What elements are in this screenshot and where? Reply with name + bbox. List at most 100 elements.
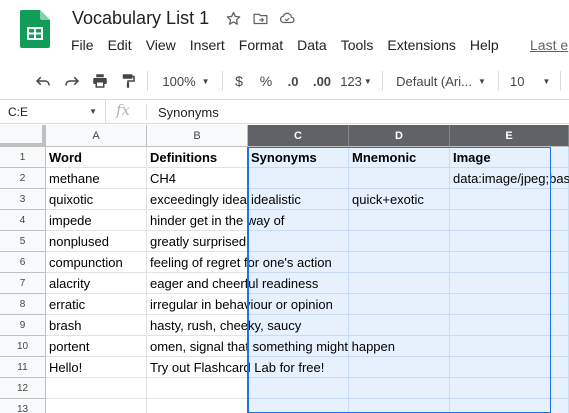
- cell-d3[interactable]: quick+exotic: [349, 189, 450, 210]
- cell-e13[interactable]: [450, 399, 569, 413]
- row-header[interactable]: 1: [0, 147, 46, 168]
- paint-format-icon[interactable]: [117, 62, 139, 100]
- currency-format-button[interactable]: $: [229, 62, 249, 100]
- cell-e11[interactable]: [450, 357, 569, 378]
- cell-e4[interactable]: [450, 210, 569, 231]
- cell-b11[interactable]: Try out Flashcard Lab for free!: [147, 357, 324, 378]
- cell-c1[interactable]: Synonyms: [248, 147, 349, 168]
- column-header-b[interactable]: B: [147, 125, 248, 147]
- cell-e8[interactable]: [450, 294, 569, 315]
- cell-d8[interactable]: [349, 294, 450, 315]
- column-header-e[interactable]: E: [450, 125, 569, 147]
- row-header[interactable]: 2: [0, 168, 46, 189]
- redo-icon[interactable]: [61, 62, 83, 100]
- increase-decimal-button[interactable]: .00: [309, 62, 335, 100]
- row-header[interactable]: 7: [0, 273, 46, 294]
- document-title[interactable]: Vocabulary List 1: [72, 8, 209, 29]
- row-header[interactable]: 12: [0, 378, 46, 399]
- cell-d4[interactable]: [349, 210, 450, 231]
- formula-input[interactable]: Synonyms: [158, 105, 219, 120]
- row-header[interactable]: 9: [0, 315, 46, 336]
- column-header-d[interactable]: D: [349, 125, 450, 147]
- cell-b1[interactable]: Definitions: [147, 147, 248, 168]
- cell-a8[interactable]: erratic: [46, 294, 147, 315]
- cell-e7[interactable]: [450, 273, 569, 294]
- cell-a13[interactable]: [46, 399, 147, 413]
- cell-d11[interactable]: [349, 357, 450, 378]
- cell-e3[interactable]: [450, 189, 569, 210]
- cell-b8[interactable]: irregular in behaviour or opinion: [147, 294, 333, 315]
- row-header[interactable]: 4: [0, 210, 46, 231]
- cell-e6[interactable]: [450, 252, 569, 273]
- cell-b9[interactable]: hasty, rush, cheeky, saucy: [147, 315, 301, 336]
- row-header[interactable]: 11: [0, 357, 46, 378]
- row-header[interactable]: 6: [0, 252, 46, 273]
- cell-b5[interactable]: greatly surprised: [147, 231, 248, 252]
- cell-c2[interactable]: [248, 168, 349, 189]
- more-formats-select[interactable]: 123 ▼: [339, 62, 373, 100]
- cell-b6[interactable]: feeling of regret for one's action: [147, 252, 332, 273]
- select-all-corner[interactable]: [0, 125, 46, 147]
- menu-format[interactable]: Format: [232, 36, 290, 54]
- cell-b7[interactable]: eager and cheerful readiness: [147, 273, 318, 294]
- menu-view[interactable]: View: [139, 36, 183, 54]
- menu-help[interactable]: Help: [463, 36, 506, 54]
- cell-a1[interactable]: Word: [46, 147, 147, 168]
- cell-d13[interactable]: [349, 399, 450, 413]
- cell-d5[interactable]: [349, 231, 450, 252]
- row-header[interactable]: 5: [0, 231, 46, 252]
- column-header-c[interactable]: C: [248, 125, 349, 147]
- cell-a4[interactable]: impede: [46, 210, 147, 231]
- decrease-decimal-button[interactable]: .0: [282, 62, 304, 100]
- row-header[interactable]: 10: [0, 336, 46, 357]
- menu-extensions[interactable]: Extensions: [380, 36, 462, 54]
- cell-d9[interactable]: [349, 315, 450, 336]
- cell-c3[interactable]: idealistic: [248, 189, 349, 210]
- cell-b12[interactable]: [147, 378, 248, 399]
- cell-a7[interactable]: alacrity: [46, 273, 147, 294]
- cell-a2[interactable]: methane: [46, 168, 147, 189]
- font-family-select[interactable]: Default (Ari... ▼: [392, 62, 490, 100]
- cell-d7[interactable]: [349, 273, 450, 294]
- cell-a3[interactable]: quixotic: [46, 189, 147, 210]
- font-size-select[interactable]: 10 ▼: [506, 62, 554, 100]
- menu-tools[interactable]: Tools: [334, 36, 381, 54]
- cell-b2[interactable]: CH4: [147, 168, 248, 189]
- cell-a5[interactable]: nonplused: [46, 231, 147, 252]
- undo-icon[interactable]: [32, 62, 54, 100]
- move-to-folder-icon[interactable]: [251, 9, 269, 27]
- cell-e10[interactable]: [450, 336, 569, 357]
- cell-e5[interactable]: [450, 231, 569, 252]
- menu-edit[interactable]: Edit: [101, 36, 139, 54]
- menu-file[interactable]: File: [64, 36, 101, 54]
- cell-d2[interactable]: [349, 168, 450, 189]
- sheets-logo-icon[interactable]: [20, 10, 50, 48]
- cell-a12[interactable]: [46, 378, 147, 399]
- name-box[interactable]: C:E ▼: [0, 100, 106, 124]
- zoom-select[interactable]: 100% ▼: [156, 62, 216, 100]
- menu-insert[interactable]: Insert: [183, 36, 232, 54]
- percent-format-button[interactable]: %: [256, 62, 276, 100]
- cell-e9[interactable]: [450, 315, 569, 336]
- row-header[interactable]: 13: [0, 399, 46, 413]
- cell-c13[interactable]: [248, 399, 349, 413]
- cell-d1[interactable]: Mnemonic: [349, 147, 450, 168]
- print-icon[interactable]: [89, 62, 111, 100]
- cell-b10[interactable]: omen, signal that something might happen: [147, 336, 395, 357]
- cell-a11[interactable]: Hello!: [46, 357, 147, 378]
- star-icon[interactable]: [224, 9, 242, 27]
- column-header-a[interactable]: A: [46, 125, 147, 147]
- menu-data[interactable]: Data: [290, 36, 334, 54]
- cell-e1[interactable]: Image: [450, 147, 569, 168]
- cell-e2[interactable]: data:image/jpeg;bas: [450, 168, 569, 189]
- cell-a10[interactable]: portent: [46, 336, 147, 357]
- cell-a9[interactable]: brash: [46, 315, 147, 336]
- cell-c5[interactable]: [248, 231, 349, 252]
- cloud-saved-icon[interactable]: [278, 9, 296, 27]
- cell-c12[interactable]: [248, 378, 349, 399]
- row-header[interactable]: 8: [0, 294, 46, 315]
- cell-e12[interactable]: [450, 378, 569, 399]
- last-edit-link[interactable]: Last e: [530, 37, 568, 53]
- cell-d6[interactable]: [349, 252, 450, 273]
- cell-a6[interactable]: compunction: [46, 252, 147, 273]
